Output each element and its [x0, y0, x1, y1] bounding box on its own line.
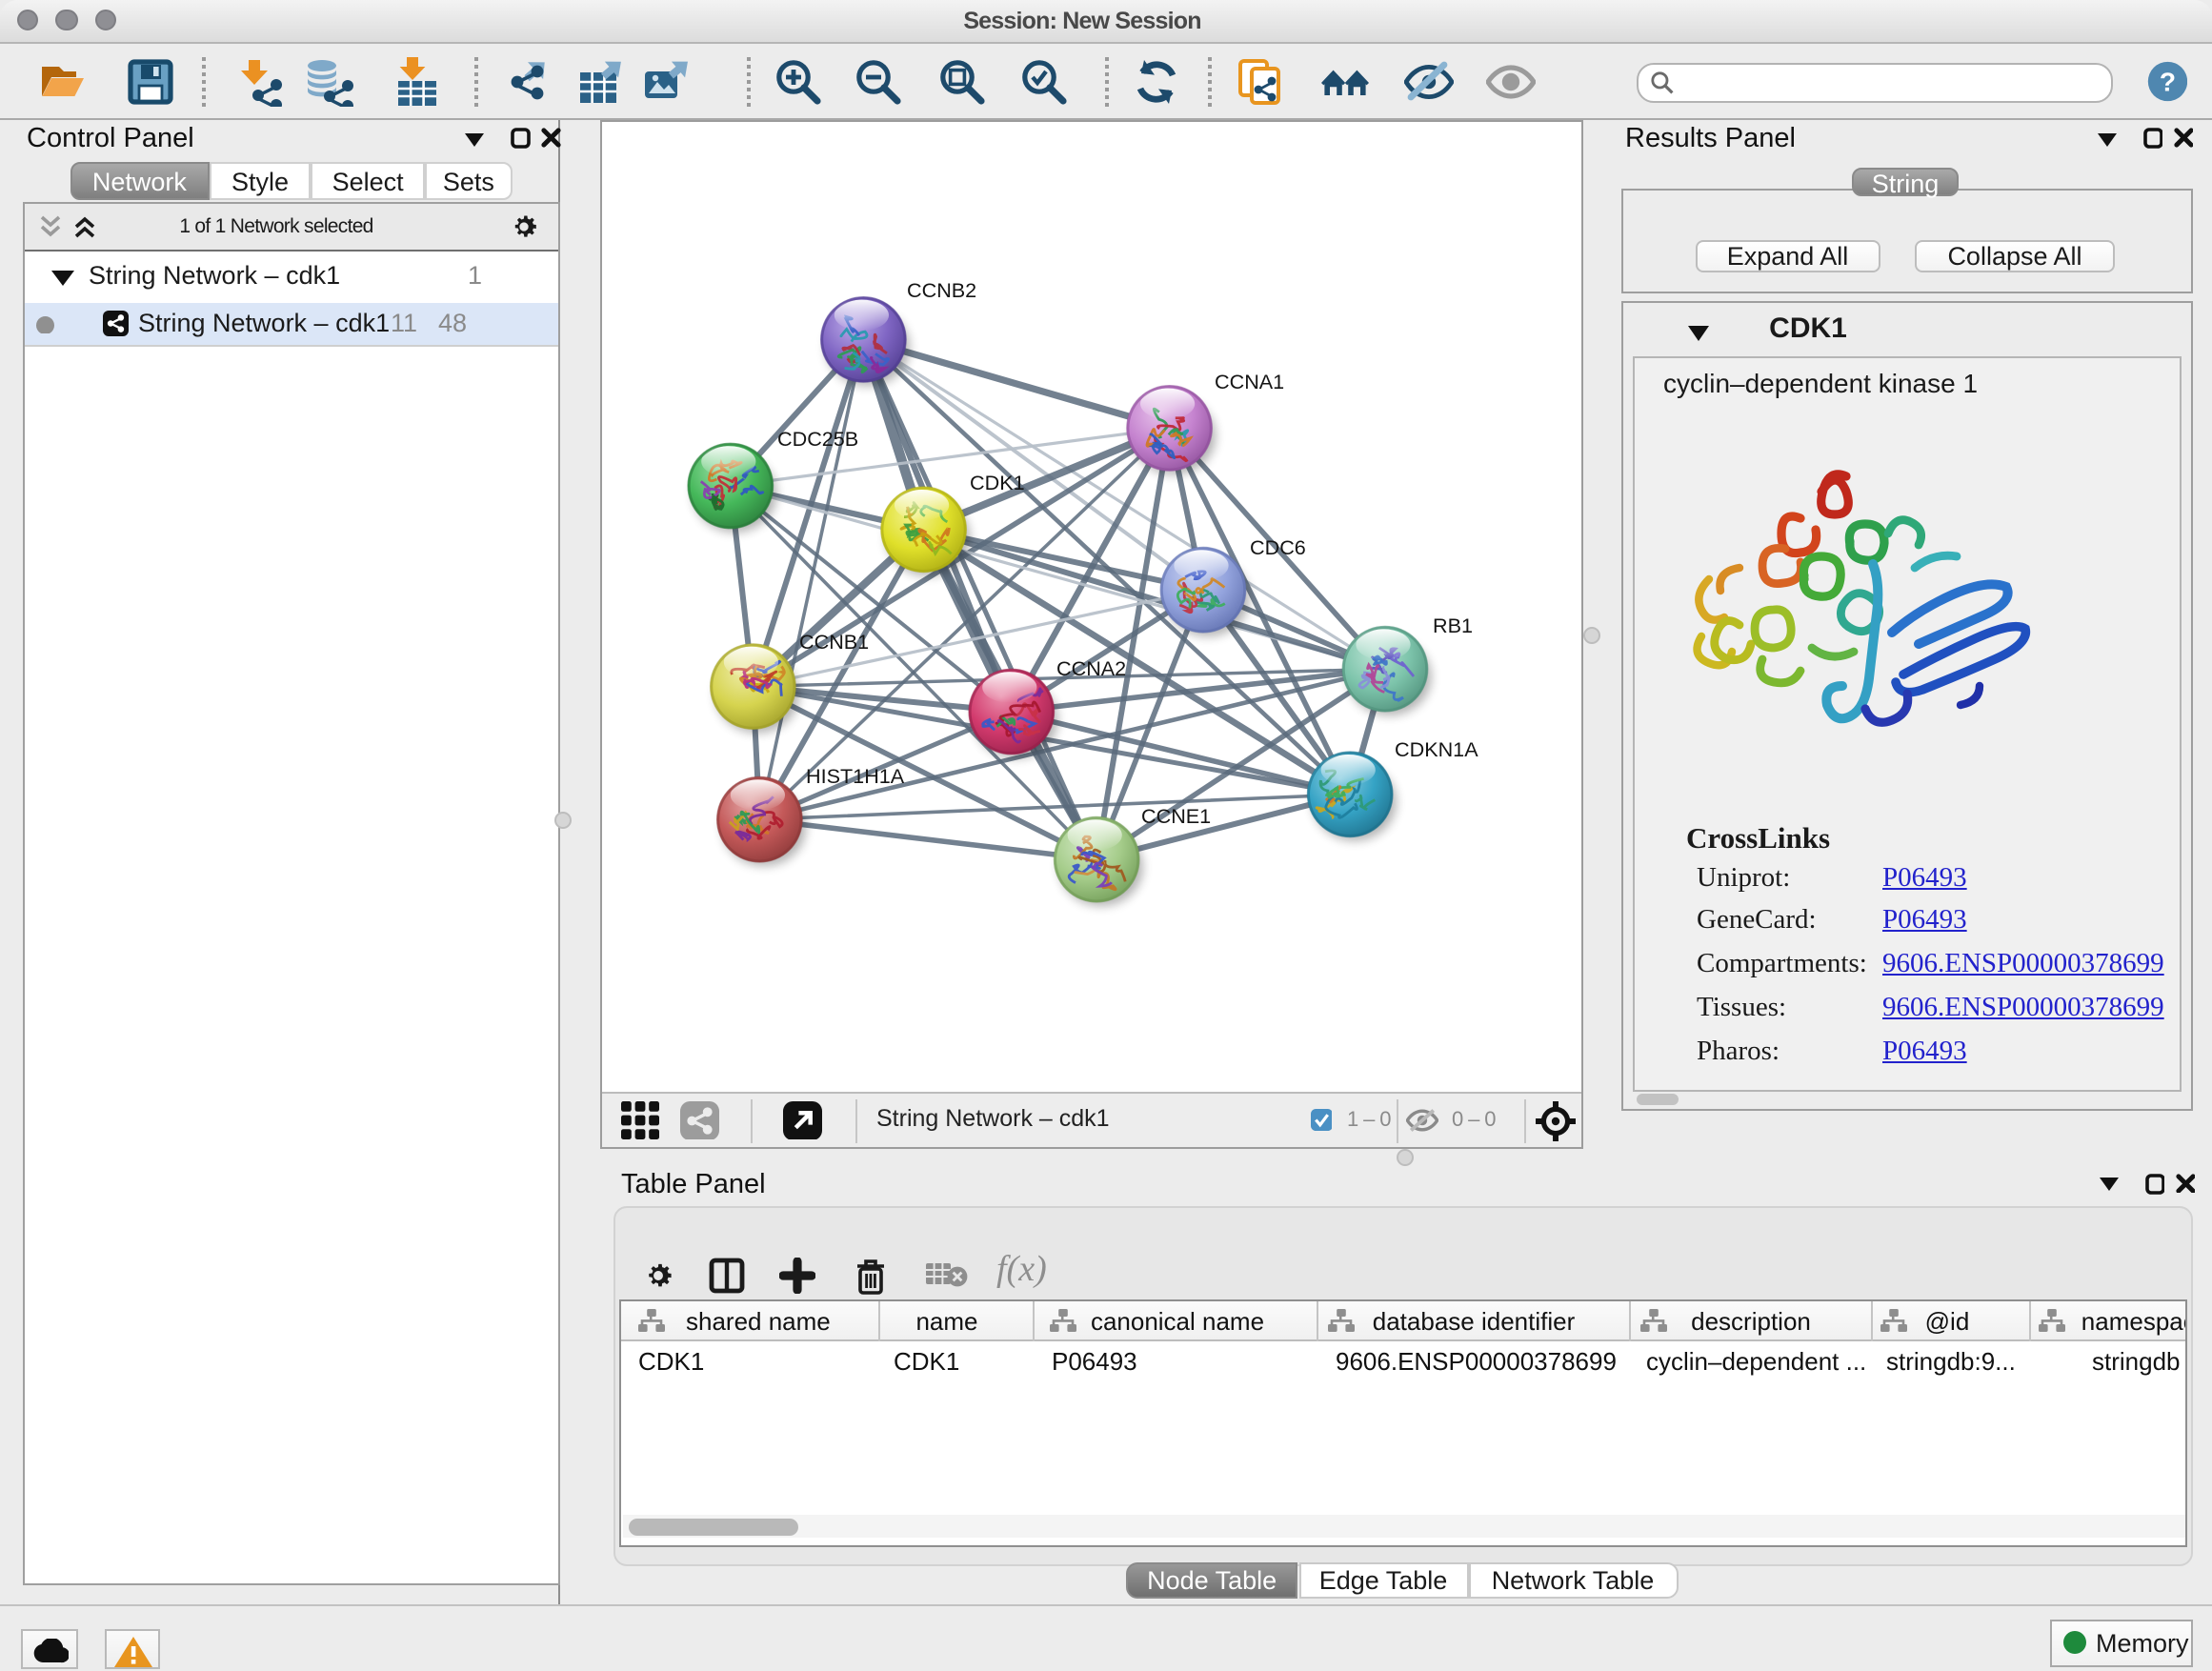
svg-text:CDC25B: CDC25B — [777, 426, 858, 450]
svg-text:CDC6: CDC6 — [1250, 534, 1306, 558]
svg-text:CDK1: CDK1 — [970, 470, 1025, 493]
svg-text:CCNB1: CCNB1 — [799, 629, 869, 653]
svg-text:HIST1H1A: HIST1H1A — [806, 763, 905, 787]
svg-text:CDKN1A: CDKN1A — [1395, 736, 1478, 760]
svg-text:CCNB2: CCNB2 — [907, 277, 976, 301]
svg-text:CCNA1: CCNA1 — [1215, 369, 1284, 393]
svg-text:RB1: RB1 — [1433, 613, 1473, 636]
svg-text:?: ? — [2159, 67, 2175, 96]
svg-text:CCNA2: CCNA2 — [1056, 655, 1126, 679]
svg-text:CCNE1: CCNE1 — [1141, 803, 1211, 827]
